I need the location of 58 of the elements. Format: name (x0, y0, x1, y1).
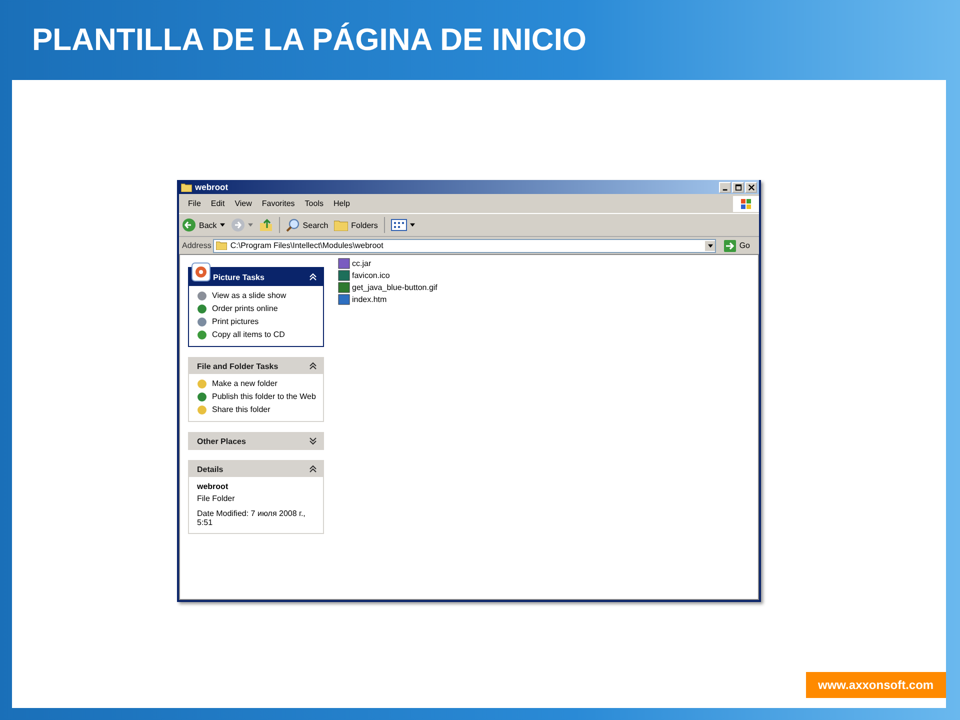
minimize-button[interactable] (719, 182, 731, 192)
menu-item[interactable]: View (230, 199, 257, 208)
slide-title: PLANTILLA DE LA PÁGINA DE INICIO (31, 21, 588, 59)
maximize-button[interactable] (732, 182, 744, 192)
menu-item[interactable]: File (183, 199, 206, 208)
grid-view-icon (390, 219, 407, 231)
task-link[interactable]: View as a slide show (212, 291, 286, 301)
search-button[interactable]: Search (286, 218, 328, 232)
task-link[interactable]: Make a new folder (212, 379, 278, 389)
caret-icon (220, 223, 225, 227)
collapse-chevron-icon[interactable] (309, 465, 317, 473)
panel-header[interactable]: Other Places (189, 433, 323, 449)
address-label: Address (182, 241, 212, 250)
menu-item[interactable]: Edit (206, 199, 230, 208)
forward-button[interactable] (230, 218, 253, 232)
file-name[interactable]: favicon.ico (352, 271, 390, 280)
file-icon (338, 282, 350, 293)
folders-button[interactable]: Folders (334, 219, 378, 231)
details-date: Date Modified: 7 июля 2008 г., 5:51 (197, 509, 306, 527)
caret-icon (410, 223, 415, 227)
task-link[interactable]: Share this folder (212, 405, 270, 415)
caret-icon (248, 223, 253, 227)
file-name[interactable]: index.htm (352, 295, 387, 304)
search-icon (286, 218, 300, 232)
panel-title: File and Folder Tasks (197, 362, 280, 370)
panel-title: Details (197, 464, 224, 474)
arrow-icon (724, 240, 736, 252)
collapse-chevron-icon[interactable] (309, 362, 317, 370)
task-link[interactable]: Copy all items to CD (212, 330, 285, 340)
caret-icon (708, 244, 713, 248)
file-icon (338, 258, 350, 269)
expand-chevron-icon[interactable] (309, 437, 317, 445)
file-icon (338, 270, 350, 281)
task-link[interactable]: Print pictures (212, 317, 259, 327)
menu-item[interactable]: Help (328, 199, 355, 208)
maximize-icon (734, 184, 742, 190)
panel-title: Picture Tasks (213, 272, 266, 282)
back-button[interactable]: Back (182, 218, 225, 232)
up-folder-icon[interactable] (258, 218, 273, 232)
window-title: webroot (195, 182, 230, 192)
task-link[interactable]: Publish this folder to the Web (212, 392, 316, 402)
dropdown-button[interactable] (705, 240, 716, 250)
close-button[interactable] (745, 182, 757, 192)
go-button[interactable]: Go (718, 240, 756, 252)
views-button[interactable] (390, 219, 415, 231)
file-name[interactable]: get_java_blue-button.gif (352, 283, 438, 292)
panel-title: Other Places (197, 436, 247, 446)
file-icon (338, 294, 350, 305)
close-icon (748, 184, 754, 190)
panel-header[interactable]: Details (189, 461, 323, 477)
details-name: webroot (197, 482, 230, 491)
panel-header[interactable]: File and Folder Tasks (189, 358, 323, 374)
details-type: File Folder (197, 494, 236, 503)
menu-item[interactable]: Tools (300, 199, 328, 208)
address-field[interactable]: C:\Program Files\Intellect\Modules\webroot (213, 238, 716, 252)
menu-item[interactable]: Favorites (256, 199, 300, 208)
file-name[interactable]: cc.jar (352, 259, 372, 268)
task-link[interactable]: Order prints online (212, 304, 278, 314)
